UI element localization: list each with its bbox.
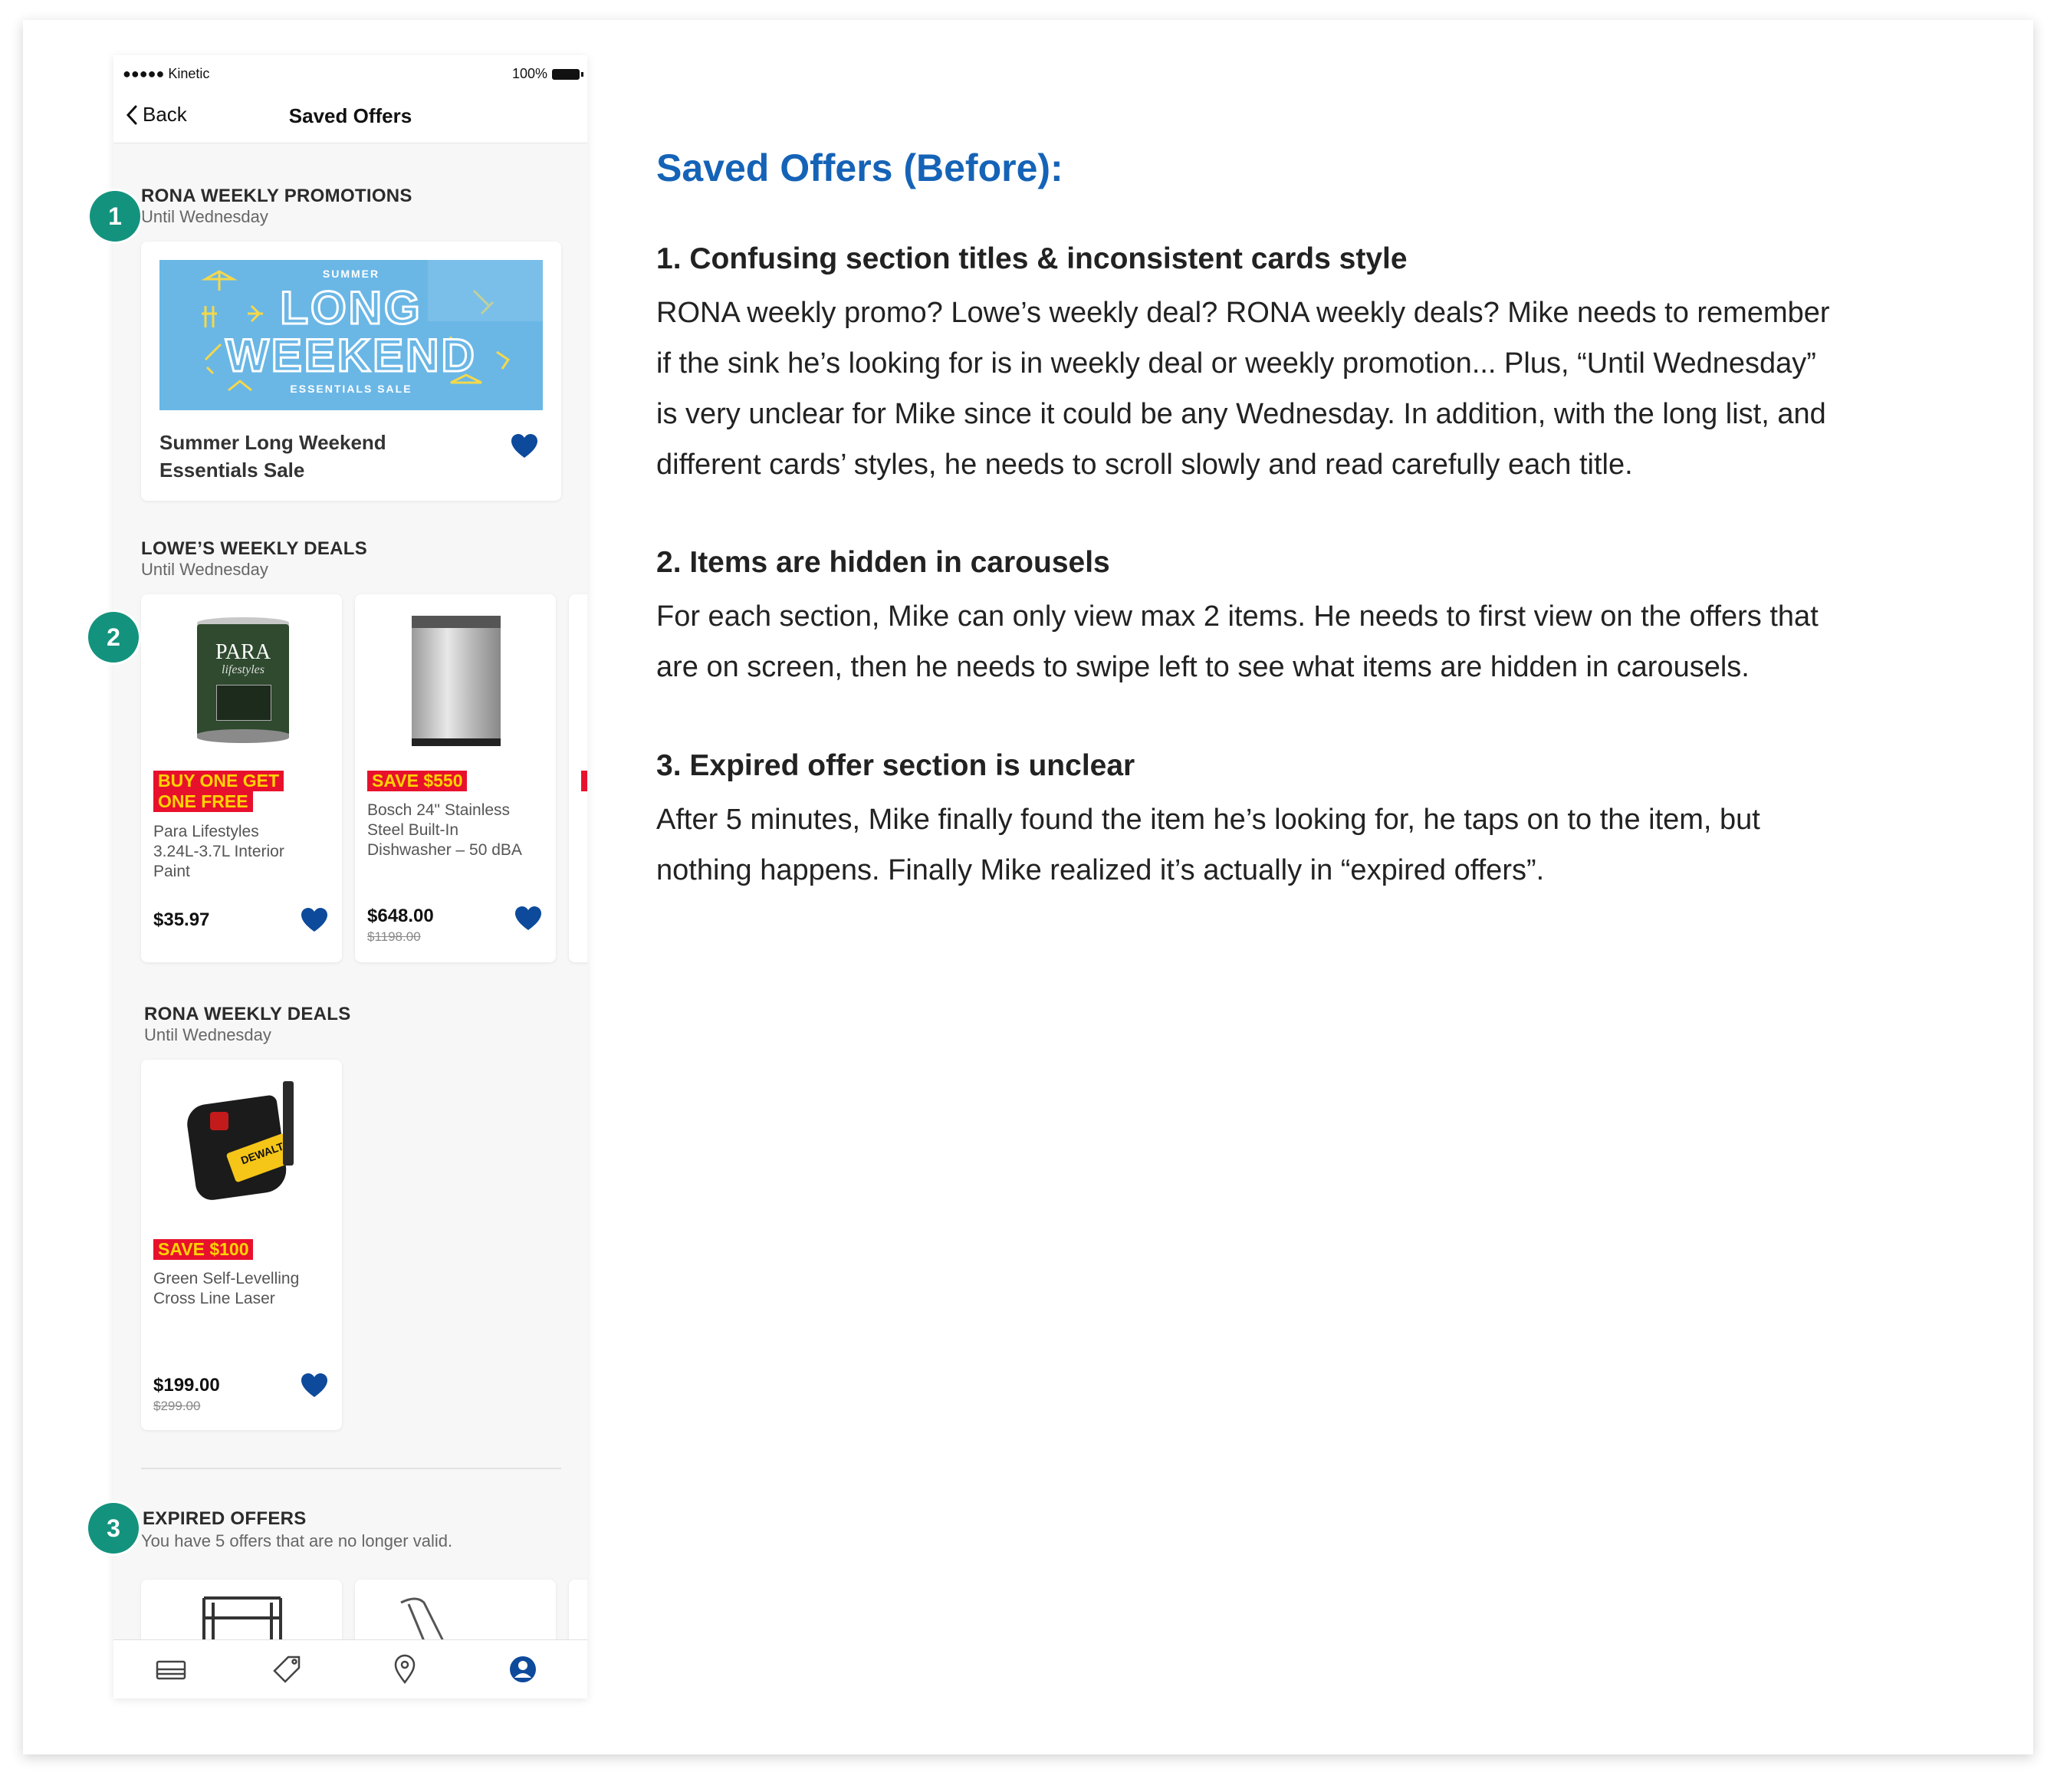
promo-card-title-1: Summer Long Weekend xyxy=(159,431,386,454)
product-name-line2: Cross Line Laser xyxy=(153,1290,275,1307)
product-name-line3: Paint xyxy=(153,863,190,880)
marker-1: 1 xyxy=(90,191,140,242)
battery-icon xyxy=(552,68,583,80)
product-name-line1: Bosch 24" Stainless xyxy=(367,801,511,819)
note-line: nothing happens. Finally Mike realized i… xyxy=(656,854,1545,886)
banner-line2: WEEKEND xyxy=(225,329,477,383)
note-line: different cards’ styles, he needs to scr… xyxy=(656,449,1633,481)
page-title: Saved Offers xyxy=(288,104,412,127)
promotion-card[interactable]: SUMMER LONG WEEKEND ESSENTIALS SALE Summ… xyxy=(141,242,561,501)
promo-badge: SAVE $100 xyxy=(153,1239,254,1260)
phone-screen: ●●●●● Kinetic 100% Back Saved Offers RON… xyxy=(113,55,587,1698)
account-icon[interactable] xyxy=(506,1654,540,1685)
note-title-2: 2. Items are hidden in carousels xyxy=(656,546,1110,579)
note-line: is very unclear for Mike since it could … xyxy=(656,398,1826,430)
note-line: After 5 minutes, Mike finally found the … xyxy=(656,804,1760,836)
promo-banner-image: SUMMER LONG WEEKEND ESSENTIALS SALE xyxy=(159,260,543,410)
product-name-line1: Green Self-Levelling xyxy=(153,1270,300,1287)
section-subtitle-rona-deals: Until Wednesday xyxy=(144,1025,271,1044)
product-name-line2: Steel Built-In xyxy=(367,821,459,839)
promo-badge-partial xyxy=(581,771,587,791)
tag-icon[interactable] xyxy=(271,1654,305,1685)
product-name-line1: Para Lifestyles xyxy=(153,823,259,840)
note-line: if the sink he’s looking for is in weekl… xyxy=(656,347,1816,380)
product-card[interactable]: SAVE $550 Bosch 24" Stainless Steel Buil… xyxy=(355,594,556,962)
promo-card-title-2: Essentials Sale xyxy=(159,459,305,482)
note-title-1: 1. Confusing section titles & inconsiste… xyxy=(656,242,1408,275)
note-line: For each section, Mike can only view max… xyxy=(656,600,1819,633)
location-icon[interactable] xyxy=(388,1654,422,1685)
nav-bar: Back Saved Offers xyxy=(113,86,587,143)
tab-bar xyxy=(113,1639,587,1698)
section-title-expired: EXPIRED OFFERS xyxy=(143,1508,307,1529)
laser-level-image: DEWALT xyxy=(184,1081,302,1212)
note-body-1: RONA weekly promo? Lowe’s weekly deal? R… xyxy=(656,288,1960,490)
note-body-3: After 5 minutes, Mike finally found the … xyxy=(656,794,1960,896)
promo-badge: BUY ONE GET xyxy=(153,771,284,791)
marker-3: 3 xyxy=(88,1503,139,1554)
note-title-3: 3. Expired offer section is unclear xyxy=(656,749,1135,782)
product-card[interactable]: PARA lifestyles BUY ONE GET ONE FREE Par… xyxy=(141,594,342,962)
section-subtitle-lowes: Until Wednesday xyxy=(141,560,268,579)
heart-icon[interactable] xyxy=(511,433,538,459)
banner-bottom-text: ESSENTIALS SALE xyxy=(290,383,412,395)
marker-2: 2 xyxy=(88,612,139,663)
product-price: $199.00 xyxy=(153,1375,220,1396)
promo-badge-line2: ONE FREE xyxy=(153,791,253,812)
section-title-rona-deals: RONA WEEKLY DEALS xyxy=(144,1004,351,1024)
product-price: $35.97 xyxy=(153,909,210,930)
heart-icon[interactable] xyxy=(301,907,328,933)
product-old-price: $1198.00 xyxy=(367,929,421,944)
section-subtitle-expired: You have 5 offers that are no longer val… xyxy=(141,1531,453,1550)
promo-badge: SAVE $550 xyxy=(367,771,468,791)
flyer-icon[interactable] xyxy=(154,1654,188,1685)
product-card-partial[interactable] xyxy=(569,594,587,962)
status-bar: ●●●●● Kinetic 100% xyxy=(113,55,587,86)
note-line: are on screen, then he needs to swipe le… xyxy=(656,651,1750,683)
carrier-label: ●●●●● Kinetic xyxy=(123,66,210,81)
battery-label: 100% xyxy=(511,66,547,81)
section-subtitle-promotions: Until Wednesday xyxy=(141,207,268,226)
product-price: $648.00 xyxy=(367,906,434,926)
product-old-price: $299.00 xyxy=(153,1399,201,1413)
paint-brand-sub: lifestyles xyxy=(222,663,264,676)
banner-line1: LONG xyxy=(279,281,422,335)
note-body-2: For each section, Mike can only view max… xyxy=(656,591,1960,692)
dishwasher-image xyxy=(412,616,501,746)
paint-brand-text: PARA xyxy=(215,640,271,664)
heart-icon[interactable] xyxy=(301,1373,328,1399)
heart-icon[interactable] xyxy=(514,906,542,932)
note-line: RONA weekly promo? Lowe’s weekly deal? R… xyxy=(656,297,1830,329)
paint-can-image: PARA lifestyles xyxy=(193,617,293,744)
notes-heading: Saved Offers (Before): xyxy=(656,146,1063,189)
product-name-line3: Dishwasher – 50 dBA xyxy=(367,841,522,859)
section-title-promotions: RONA WEEKLY PROMOTIONS xyxy=(141,186,412,206)
section-title-lowes: LOWE’S WEEKLY DEALS xyxy=(141,538,368,559)
banner-top-text: SUMMER xyxy=(322,268,380,280)
product-card[interactable]: DEWALT SAVE $100 Green Self-Levelling Cr… xyxy=(141,1060,342,1430)
product-name-line2: 3.24L-3.7L Interior xyxy=(153,843,284,860)
section-divider xyxy=(141,1468,561,1469)
